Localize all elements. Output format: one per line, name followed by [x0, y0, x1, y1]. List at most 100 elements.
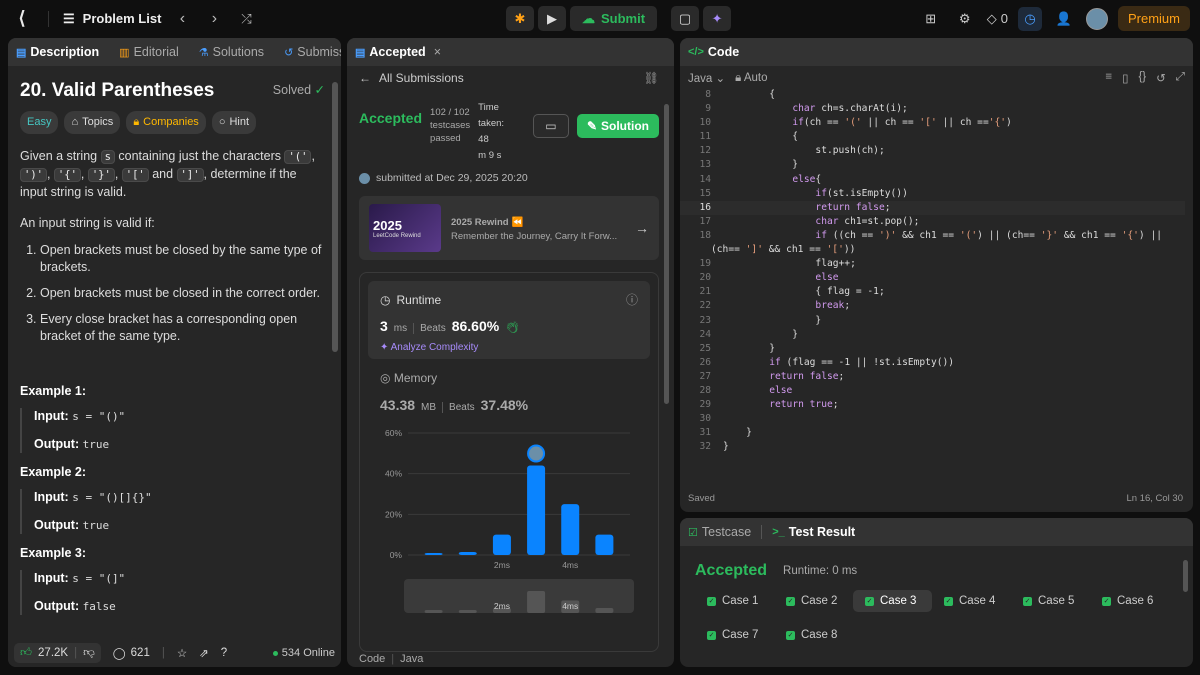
code-editor[interactable]: 8 {9 char ch=s.charAt(i); 10 if(ch == '('…: [680, 88, 1185, 498]
add-user-icon[interactable]: 👤: [1052, 7, 1076, 31]
auto-mode[interactable]: 🔒︎ Auto: [735, 72, 767, 85]
problem-list-button[interactable]: ☰ Problem List: [63, 11, 161, 27]
code-line[interactable]: 18 if ((ch == ')' && ch1 == '(') || (ch=…: [680, 229, 1185, 243]
case-tab[interactable]: ✓ Case 4: [932, 590, 1011, 612]
prev-problem-icon[interactable]: ‹: [171, 10, 193, 28]
code-line[interactable]: 14 else{: [680, 173, 1185, 187]
tab-test-result[interactable]: >_ Test Result: [772, 525, 855, 539]
code-line[interactable]: 30: [680, 412, 1185, 426]
code-line[interactable]: (ch== ']' && ch1 == '[')): [680, 243, 1185, 257]
tab-description[interactable]: ▤ Description: [16, 45, 99, 59]
memory-header[interactable]: ◎ Memory: [368, 359, 650, 397]
next-problem-icon[interactable]: ›: [203, 10, 225, 28]
hint-chip[interactable]: ○ Hint: [211, 111, 257, 134]
share-icon[interactable]: ⇗: [199, 646, 209, 660]
code-line[interactable]: 15 if(st.isEmpty()): [680, 187, 1185, 201]
debug-icon[interactable]: ✱: [506, 6, 534, 31]
run-icon[interactable]: ▶: [538, 6, 566, 31]
topics-chip[interactable]: ⌂ Topics: [64, 111, 121, 134]
avatar[interactable]: [1085, 7, 1108, 30]
all-submissions-link[interactable]: All Submissions: [379, 71, 464, 85]
code-line[interactable]: 32}: [680, 440, 1185, 454]
problem-title[interactable]: 20. Valid Parentheses: [20, 81, 214, 100]
code-line[interactable]: 29 return true;: [680, 398, 1185, 412]
tab-code[interactable]: </> Code: [688, 45, 739, 59]
analyze-complexity-link[interactable]: ✦ Analyze Complexity: [380, 342, 638, 353]
link-icon[interactable]: ⛓: [644, 71, 659, 85]
tab-editorial[interactable]: ▥ Editorial: [119, 45, 179, 59]
layout-grid-icon[interactable]: ⊞: [919, 7, 943, 31]
ai-sparkle-icon[interactable]: ✦: [703, 6, 732, 31]
line-number: 21: [699, 286, 711, 298]
scrollbar[interactable]: [332, 82, 338, 352]
premium-button[interactable]: Premium: [1117, 6, 1190, 31]
submit-button[interactable]: ☁ Submit: [570, 6, 658, 31]
tab-testcase[interactable]: ☑ Testcase: [688, 525, 751, 539]
case-tab[interactable]: ✓ Case 7: [695, 624, 774, 646]
tab-submissions[interactable]: ↺Submissions: [284, 45, 341, 59]
timer-icon[interactable]: ◷: [1017, 6, 1042, 31]
like-button[interactable]: 👍︎ 27.2K | 👎︎: [14, 643, 101, 663]
lock-icon: 🔒︎: [133, 116, 140, 128]
arrow-left-icon[interactable]: ←: [359, 71, 371, 85]
scrollbar[interactable]: [664, 104, 669, 404]
close-icon[interactable]: ×: [434, 45, 441, 59]
code-line[interactable]: 25 }: [680, 342, 1185, 356]
code-line[interactable]: 28 else: [680, 384, 1185, 398]
thumbs-down-icon[interactable]: 👎︎: [83, 646, 95, 660]
tab-accepted[interactable]: ▤ Accepted ×: [355, 45, 441, 59]
code-line[interactable]: 23 }: [680, 314, 1185, 328]
help-icon[interactable]: ?: [221, 647, 227, 659]
reset-icon[interactable]: ↺: [1156, 71, 1166, 85]
language-select[interactable]: Java ⌄: [688, 71, 725, 85]
companies-chip[interactable]: 🔒︎ Companies: [126, 111, 206, 134]
rewind-banner[interactable]: 2025 LeetCode Rewind 2025 Rewind ⏪ Remembe…: [359, 196, 659, 260]
rewind-image: 2025 LeetCode Rewind: [369, 204, 441, 252]
code-line[interactable]: 9 char ch=s.charAt(i);: [680, 102, 1185, 116]
case-tab[interactable]: ✓ Case 5: [1011, 590, 1090, 612]
code-text: char ch1=st.pop();: [815, 215, 920, 227]
code-line[interactable]: 21 { flag = -1;: [680, 285, 1185, 299]
code-line[interactable]: 19 flag++;: [680, 257, 1185, 271]
leetcode-logo-icon[interactable]: ⟨: [10, 7, 34, 31]
comments-button[interactable]: ◯ 621: [113, 646, 150, 660]
scrollbar[interactable]: [1183, 560, 1188, 592]
code-line[interactable]: 8 {: [680, 88, 1185, 102]
code-line[interactable]: 20 else: [680, 271, 1185, 285]
case-tab[interactable]: ✓ Case 1: [695, 590, 774, 612]
code-line[interactable]: 13 }: [680, 158, 1185, 172]
code-line[interactable]: 24 }: [680, 328, 1185, 342]
shuffle-icon[interactable]: ⤮: [235, 11, 257, 27]
code-line[interactable]: 27 return false;: [680, 370, 1185, 384]
star-icon[interactable]: ☆: [177, 646, 187, 660]
code-text: break;: [815, 300, 851, 312]
code-line[interactable]: 26 if (flag == -1 || !st.isEmpty()): [680, 356, 1185, 370]
case-tab[interactable]: ✓ Case 8: [774, 624, 853, 646]
code-line[interactable]: 22 break;: [680, 299, 1185, 313]
code-line[interactable]: 16 return false;: [680, 200, 1185, 215]
case-tab[interactable]: ✓ Case 6: [1090, 590, 1169, 612]
bookmark-icon[interactable]: ▯: [1122, 71, 1128, 85]
line-number: 15: [699, 187, 711, 199]
runtime-box[interactable]: ◷ Runtime ⓘ 3 ms Beats 86.60% 👏︎ ✦ Analyze Com…: [368, 281, 650, 359]
book-icon: ▥: [119, 46, 130, 59]
code-line[interactable]: 11 {: [680, 130, 1185, 144]
info-icon[interactable]: ⓘ: [626, 291, 638, 308]
solution-button[interactable]: ✎ Solution: [576, 114, 659, 138]
case-tab[interactable]: ✓ Case 2: [774, 590, 853, 612]
braces-icon[interactable]: {}: [1138, 71, 1146, 85]
tab-solutions[interactable]: ⚗ Solutions: [199, 45, 264, 59]
format-icon[interactable]: ≡: [1105, 71, 1112, 85]
book-icon[interactable]: ▭: [533, 114, 569, 138]
notes-icon[interactable]: ▢: [671, 6, 700, 31]
code-line[interactable]: 17 char ch1=st.pop();: [680, 215, 1185, 229]
case-tab[interactable]: ✓ Case 3: [853, 590, 932, 612]
code-line[interactable]: 12 st.push(ch);: [680, 144, 1185, 158]
code-line[interactable]: 10 if(ch == '(' || ch == '[' || ch =='{'…: [680, 116, 1185, 130]
check-circle-icon: ✓: [314, 83, 325, 97]
settings-gear-icon[interactable]: ⚙: [953, 7, 977, 31]
arrow-right-icon[interactable]: →: [635, 220, 649, 236]
streak-flame-icon[interactable]: ◇ 0: [987, 7, 1008, 31]
code-line[interactable]: 31 }: [680, 426, 1185, 440]
expand-icon[interactable]: ⤢: [1176, 71, 1185, 85]
